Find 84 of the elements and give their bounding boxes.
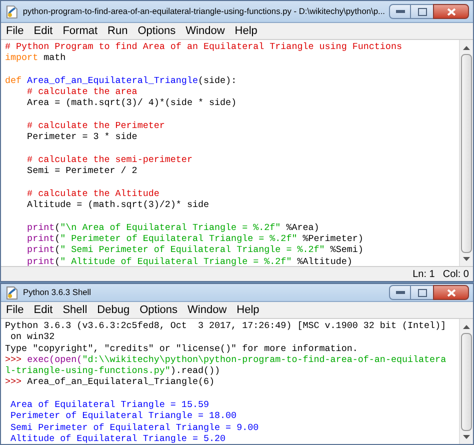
maximize-icon (418, 288, 426, 296)
code-text: math (42, 52, 66, 64)
menu-item[interactable]: Format (62, 22, 98, 40)
python-file-icon (5, 4, 19, 18)
shell-output: Semi Perimeter of Equilateral Triangle = 9.00 (10, 422, 259, 433)
code-text: Area = (math.sqrt(3)/ 4)*(side * side) (26, 97, 237, 108)
menu-item[interactable]: Help (234, 22, 258, 40)
minimize-icon (396, 10, 404, 13)
code-text: on win32 (10, 331, 55, 342)
status-text: Col: 0 (442, 268, 469, 282)
code-text: Type "copyright", "credits" or "license()" for more information. (5, 342, 358, 354)
code-keyword: import (5, 52, 38, 64)
scroll-up-icon (463, 46, 470, 50)
close-icon (446, 288, 456, 296)
code-text: %Altitude) (296, 256, 352, 266)
status-text: Ln: 1 (412, 268, 435, 282)
close-icon (446, 8, 456, 16)
code-text: Area_of_an_Equilateral_Triangle(6) (27, 376, 215, 388)
window-title: Python 3.6.3 Shell (23, 286, 92, 299)
function-name: Area_of_an_Equilateral_Triangle (26, 74, 198, 86)
code-text: Semi = Perimeter / 2 (26, 165, 138, 176)
scroll-down-icon (463, 435, 470, 439)
maximize-button[interactable] (411, 4, 433, 19)
menu-item[interactable]: File (6, 22, 24, 40)
code-comment: # calculate the area (26, 86, 138, 98)
menu-item[interactable]: Help (236, 302, 260, 318)
scroll-thumb[interactable] (461, 54, 472, 253)
maximize-button[interactable] (411, 285, 433, 300)
code-keyword: def (5, 74, 22, 86)
scroll-up-icon (463, 325, 470, 329)
code-comment: # calculate the semi-perimeter (26, 154, 192, 165)
code-comment: # calculate the Altitude (26, 188, 160, 199)
code-text: (side): (198, 74, 237, 86)
code-comment: # calculate the Perimeter (26, 120, 165, 132)
close-button[interactable] (433, 285, 469, 300)
scroll-down-icon (463, 257, 470, 261)
code-text: %Semi) (329, 244, 364, 256)
code-builtin: print (26, 222, 55, 233)
code-builtin: print (26, 244, 55, 256)
maximize-icon (418, 8, 426, 16)
scroll-thumb[interactable] (461, 333, 472, 431)
code-string: " Perimeter of Equilateral Triangle = %.2f" (60, 233, 298, 244)
window-title: python-program-to-find-area-of-an-equilateral-triangle-using-functions.py - D:\wikitechy\python\p... (22, 5, 385, 18)
menu-item[interactable]: Shell (62, 302, 88, 318)
scrollbar[interactable] (459, 40, 473, 266)
code-string: " Semi Perimeter of Equilateral Triangle = %.2f" (60, 244, 325, 256)
code-string: "\n Area of Equilateral Triangle = %.2f" (60, 222, 281, 233)
code-text: %Perimeter) (302, 233, 364, 244)
menu-item[interactable]: Window (188, 302, 227, 318)
code-comment: # Python Program to find Area of an Equilateral Triangle using Functions (5, 41, 402, 52)
menu-item[interactable]: Options (140, 302, 178, 318)
code-string: " Altitude of Equilateral Triangle = %.2f" (60, 256, 292, 266)
menu-item[interactable]: Edit (34, 302, 53, 318)
code-text: %Area) (285, 222, 320, 233)
code-text: ( (54, 244, 60, 256)
code-text: ( (54, 222, 60, 233)
shell-prompt: >>> (5, 354, 23, 365)
code-builtin: print (26, 233, 55, 244)
menu-item[interactable]: Options (138, 22, 176, 40)
code-builtin: print (26, 256, 55, 266)
code-text: ).read()) (170, 365, 220, 376)
code-string: l-triangle-using-functions.py" (5, 365, 170, 376)
menu-item[interactable]: Debug (97, 302, 130, 318)
minimize-button[interactable] (389, 285, 411, 300)
shell-prompt: >>> (5, 376, 23, 388)
minimize-button[interactable] (389, 4, 411, 19)
python-file-icon (5, 286, 19, 300)
shell-output: Perimeter of Equilateral Triangle = 18.00 (10, 410, 237, 422)
shell-output: Altitude of Equilateral Triangle = 5.20 (10, 432, 226, 444)
menu-item[interactable]: Edit (34, 22, 53, 40)
menu-item[interactable]: Run (108, 22, 128, 40)
code-text: ( (54, 233, 60, 244)
minimize-icon (396, 291, 404, 294)
menu-item[interactable]: Window (186, 22, 225, 40)
menu-item[interactable]: File (6, 302, 24, 318)
code-text: ( (54, 256, 60, 266)
code-builtin: exec(open( (27, 354, 82, 365)
code-text: Perimeter = 3 * side (26, 131, 138, 142)
scrollbar[interactable] (459, 319, 473, 444)
close-button[interactable] (433, 4, 469, 19)
code-string: "d:\\wikitechy\python\python-program-to-find-area-of-an-equilatera (82, 354, 446, 365)
code-text: Python 3.6.3 (v3.6.3:2c5fed8, Oct 3 2017, 17:26:49) [MSC v.1900 32 bit (Intel)] (5, 320, 446, 331)
code-text: Altitude = (math.sqrt(3)/2)* side (26, 199, 209, 210)
shell-output: Area of Equilateral Triangle = 15.59 (10, 399, 209, 410)
